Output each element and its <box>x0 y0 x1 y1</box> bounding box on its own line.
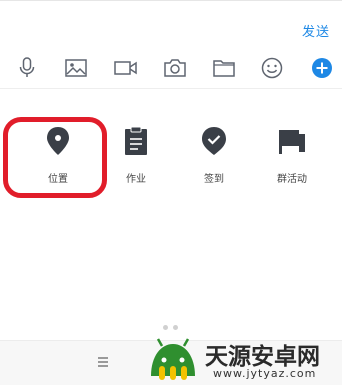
input-toolbar <box>0 48 342 89</box>
top-bar: 发送 <box>0 0 342 49</box>
clipboard-icon <box>121 126 151 156</box>
menu-icon[interactable] <box>98 357 108 369</box>
flag-icon <box>277 126 307 156</box>
image-icon[interactable] <box>64 56 88 80</box>
emoji-icon[interactable] <box>260 56 284 80</box>
checkin-icon <box>199 126 229 156</box>
watermark: 天源安卓网 www.jytyaz.com <box>147 333 342 384</box>
folder-icon[interactable] <box>212 56 236 80</box>
action-label: 作业 <box>126 174 146 185</box>
page-indicator <box>163 325 178 330</box>
action-label: 群活动 <box>277 174 307 185</box>
action-label: 签到 <box>204 174 224 185</box>
video-icon[interactable] <box>114 56 138 80</box>
action-group-activity[interactable]: 群活动 <box>257 124 327 194</box>
watermark-title: 天源安卓网 <box>205 344 320 370</box>
action-homework[interactable]: 作业 <box>101 124 171 194</box>
android-logo-icon <box>151 338 195 380</box>
plus-icon[interactable] <box>310 56 334 80</box>
microphone-icon[interactable] <box>15 56 39 80</box>
action-checkin[interactable]: 签到 <box>179 124 249 194</box>
camera-icon[interactable] <box>163 56 187 80</box>
page-dot <box>163 325 168 330</box>
red-highlight-frame <box>3 117 107 198</box>
page-dot <box>173 325 178 330</box>
send-button[interactable]: 发送 <box>302 21 330 40</box>
watermark-url: www.jytyaz.com <box>213 367 317 380</box>
